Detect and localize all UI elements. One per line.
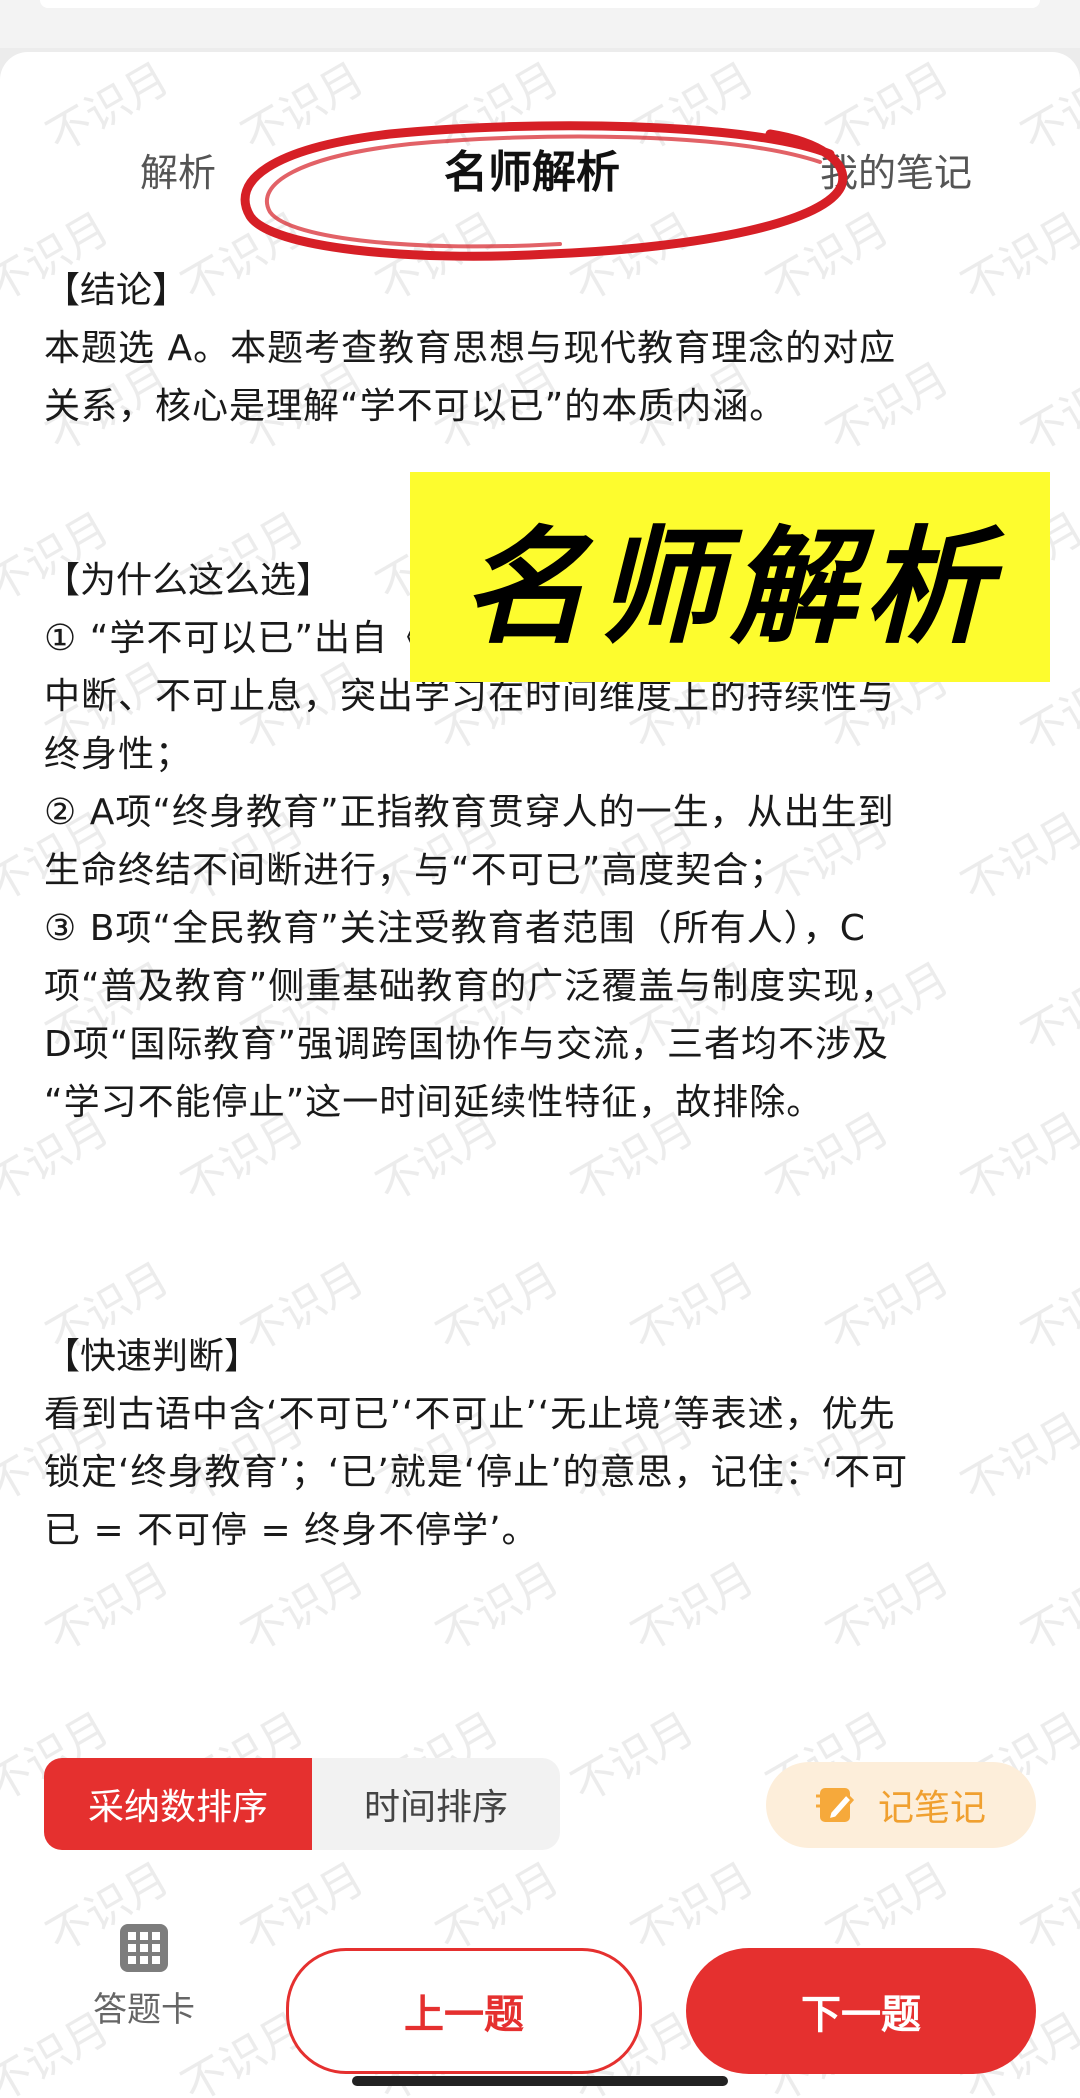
tab-bar: 解析 名师解析 我的笔记 [0,52,1080,261]
home-indicator[interactable] [352,2076,728,2086]
previous-card-edge [40,0,1040,8]
quick-line: 锁定‘终身教育’；‘已’就是‘停止’的意思，记住：‘不可 [44,1452,909,1493]
red-hand-drawn-ring [240,121,848,261]
next-question-button[interactable]: 下一题 [686,1948,1036,2074]
analysis-card: 不识月 不识月 不识月 不识月 不识月 不识月 不识月 不识月 不识月 不识月 不识月 不识月 不识月不… [0,52,1080,2098]
banner-text: 名师解析 [462,514,998,661]
why-line: 项“普及教育”侧重基础教育的广泛覆盖与制度实现， [44,966,898,1007]
take-note-label: 记笔记 [877,1788,986,1829]
why-line: ② A项“终身教育”正指教育贯穿人的一生，从出生到 [44,792,895,833]
take-note-button[interactable]: 记笔记 [766,1762,1036,1848]
why-line: 生命终结不间断进行，与“不可已”高度契合； [44,850,787,891]
watermark-text: 不识月 [428,1552,569,1663]
previous-question-button[interactable]: 上一题 [286,1948,642,2074]
watermark-text: 不识月 [38,1552,179,1663]
conclusion-heading: 【结论】 [44,270,189,311]
grid-icon [120,1924,168,1972]
why-line: “学习不能停止”这一时间延续性特征，故排除。 [44,1082,824,1123]
quick-line: 看到古语中含‘不可已’‘不可止’‘无止境’等表述，优先 [44,1394,896,1435]
why-line: 终身性； [44,734,193,775]
teacher-analysis-banner: 名师解析 [410,472,1050,682]
sort-toggle: 采纳数排序 时间排序 [44,1758,560,1850]
bottom-navigation: 答题卡 上一题 下一题 [0,1902,1080,2098]
tab-analysis[interactable]: 解析 [140,142,216,197]
sort-by-time-button[interactable]: 时间排序 [312,1758,560,1850]
pencil-note-icon [815,1788,855,1823]
answer-card-button[interactable]: 答题卡 [64,1924,224,2031]
watermark-text: 不识月 [623,1552,764,1663]
sort-by-adopt-button[interactable]: 采纳数排序 [44,1758,312,1850]
answer-card-label: 答题卡 [93,1990,195,2030]
why-line: D项“国际教育”强调跨国协作与交流，三者均不涉及 [44,1024,890,1065]
conclusion-line: 本题选 A。本题考查教育思想与现代教育理念的对应 [44,328,897,369]
top-strip [0,0,1080,48]
watermark-text: 不识月 [233,1552,374,1663]
conclusion-line: 关系，核心是理解“学不可以已”的本质内涵。 [44,386,787,427]
quick-line: 已 = 不可停 = 终身不停学’。 [44,1510,539,1551]
analysis-content: 【结论】 本题选 A。本题考查教育思想与现代教育理念的对应 关系，核心是理解“学… [44,262,1044,1560]
watermark-text: 不识月 [1013,1552,1080,1663]
why-line: ③ B项“全民教育”关注受教育者范围（所有人），C [44,908,866,949]
watermark-text: 不识月 [563,1702,704,1813]
watermark-text: 不识月 [818,1552,959,1663]
quick-heading: 【快速判断】 [44,1336,261,1377]
